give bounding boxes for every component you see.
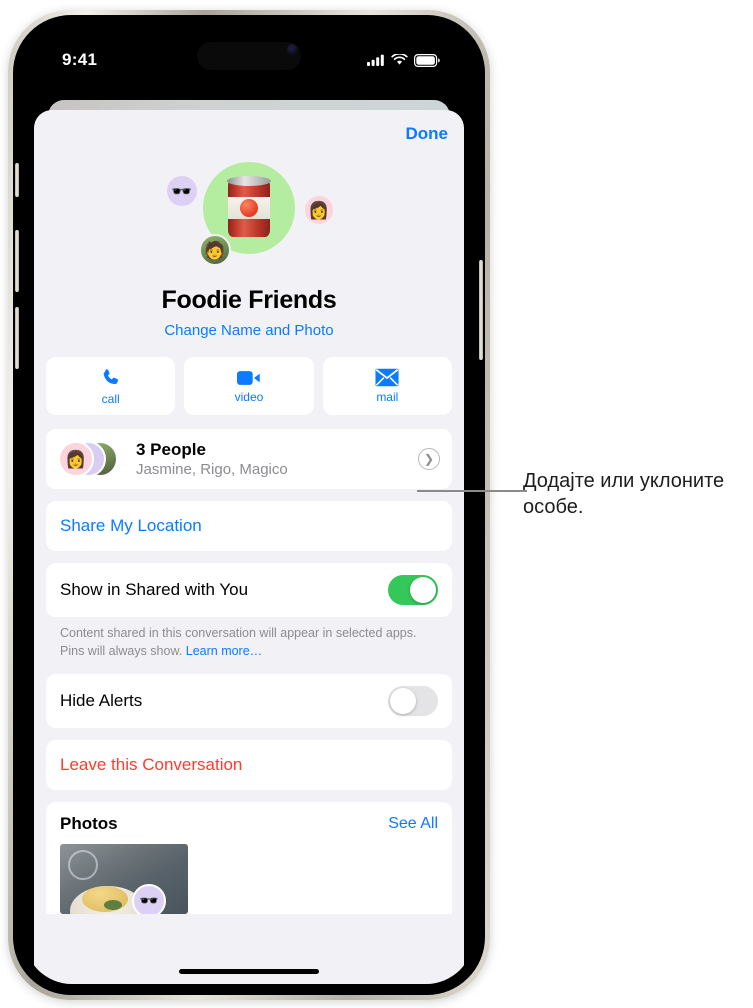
mail-button-label: mail — [376, 390, 399, 404]
memoji-sunglasses-icon: 🕶️ — [171, 181, 193, 201]
power-button[interactable] — [479, 260, 483, 360]
memoji-glasses-icon: 👩 — [308, 200, 330, 220]
volume-up-button[interactable] — [15, 230, 19, 292]
volume-down-button[interactable] — [15, 307, 19, 369]
battery-icon — [414, 53, 440, 67]
group-details-sheet: Done 🕶️ 👩 🧑 Foodie Friends Change Name a… — [34, 110, 464, 984]
member-avatar-1: 🕶️ — [165, 174, 199, 208]
show-in-shared-with-you-label: Show in Shared with You — [60, 580, 249, 599]
group-header: 🕶️ 👩 🧑 Foodie Friends Change Name and Ph… — [34, 158, 464, 349]
envelope-icon — [375, 368, 399, 387]
memoji-glasses-icon: 👩 — [65, 449, 87, 469]
done-button[interactable]: Done — [406, 124, 449, 144]
hide-alerts-section: Hide Alerts — [46, 674, 452, 729]
leave-conversation-section: Leave this Conversation — [46, 740, 452, 791]
shared-with-you-footnote: Content shared in this conversation will… — [60, 624, 438, 660]
leave-conversation-button[interactable]: Leave this Conversation — [46, 740, 452, 791]
call-button-label: call — [101, 391, 120, 406]
video-camera-icon — [236, 370, 260, 385]
wifi-icon — [391, 54, 408, 65]
member-avatar-3: 🧑 — [199, 234, 231, 266]
video-button-label: video — [234, 389, 264, 404]
see-all-button[interactable]: See All — [388, 815, 438, 833]
show-in-shared-with-you-toggle[interactable] — [388, 575, 438, 605]
status-time: 9:41 — [62, 50, 98, 69]
shared-with-you-section: Show in Shared with You — [46, 563, 452, 617]
front-camera-icon — [287, 44, 298, 55]
status-icons — [367, 53, 440, 67]
screenshot-root: 9:41 Done 🕶️ 👩 🧑 Foodie Friends Change N… — [0, 0, 753, 1008]
group-title: Foodie Friends — [161, 286, 337, 314]
phone-icon — [103, 368, 118, 384]
photo-thumbnail[interactable]: 🕶️ — [60, 844, 188, 915]
iphone-frame: 9:41 Done 🕶️ 👩 🧑 Foodie Friends Change N… — [8, 10, 490, 1000]
iphone-body: 9:41 Done 🕶️ 👩 🧑 Foodie Friends Change N… — [13, 15, 485, 995]
people-count-label: 3 People — [136, 440, 206, 459]
photo-avatar-icon: 🧑 — [204, 240, 226, 260]
hide-alerts-toggle[interactable] — [388, 686, 438, 717]
group-avatar-cluster[interactable]: 🕶️ 👩 🧑 — [149, 162, 349, 284]
chevron-right-icon[interactable]: ❯ — [418, 448, 440, 470]
video-button[interactable]: video — [184, 357, 314, 415]
hide-alerts-row[interactable]: Hide Alerts — [46, 674, 452, 729]
callout-text: Додајте или уклоните особе. — [523, 470, 725, 519]
people-avatar-stack: 👩 — [58, 439, 130, 479]
status-bar: 9:41 — [24, 26, 474, 82]
people-row[interactable]: 👩 3 People Jasmine, Rigo, Magico ❯ — [46, 429, 452, 489]
people-names-label: Jasmine, Rigo, Magico — [136, 461, 288, 478]
people-text: 3 People Jasmine, Rigo, Magico — [130, 440, 418, 478]
action-button[interactable] — [15, 163, 19, 197]
home-indicator[interactable] — [179, 969, 319, 974]
callout-leader-line — [417, 490, 527, 492]
toggle-knob — [390, 688, 416, 715]
sheet-header: Done — [34, 110, 464, 158]
toggle-knob — [410, 577, 436, 603]
quick-actions-row: call video mail — [46, 357, 452, 415]
share-my-location-button[interactable]: Share My Location — [46, 501, 452, 551]
photos-header: Photos See All — [60, 814, 438, 834]
member-avatar-2: 👩 — [303, 194, 335, 226]
share-location-section: Share My Location — [46, 501, 452, 551]
photo-sender-avatar: 🕶️ — [132, 884, 166, 915]
hide-alerts-label: Hide Alerts — [60, 691, 143, 711]
mail-button[interactable]: mail — [322, 357, 452, 415]
change-name-and-photo-link[interactable]: Change Name and Photo — [34, 322, 464, 339]
dynamic-island — [197, 42, 301, 70]
show-in-shared-with-you-row[interactable]: Show in Shared with You — [46, 563, 452, 617]
glass-decoration — [68, 850, 98, 881]
photos-strip: 🕶️ — [60, 844, 438, 915]
tomato-can-emoji — [227, 176, 271, 237]
photos-title: Photos — [60, 814, 118, 834]
photos-section: Photos See All 🕶️ — [46, 802, 452, 915]
call-button[interactable]: call — [46, 357, 176, 415]
learn-more-link[interactable]: Learn more… — [186, 644, 262, 658]
people-avatar-1: 👩 — [58, 441, 94, 477]
phone-screen: 9:41 Done 🕶️ 👩 🧑 Foodie Friends Change N… — [24, 26, 474, 984]
cellular-signal-icon — [367, 54, 384, 66]
people-section: 👩 3 People Jasmine, Rigo, Magico ❯ — [46, 429, 452, 489]
